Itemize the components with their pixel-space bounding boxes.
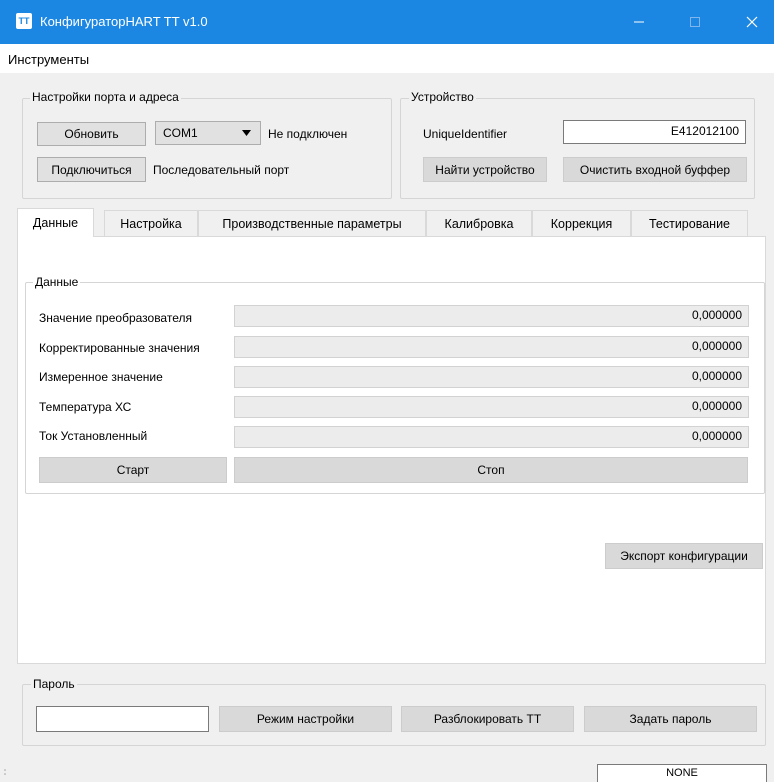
port-select[interactable]: COM1 bbox=[155, 121, 261, 145]
maximize-button[interactable] bbox=[673, 0, 717, 44]
setup-mode-button[interactable]: Режим настройки bbox=[219, 706, 392, 732]
app-icon: TT bbox=[16, 13, 32, 29]
menu-tools[interactable]: Инструменты bbox=[8, 52, 89, 68]
status-value: NONE bbox=[597, 764, 767, 782]
password-title: Пароль bbox=[31, 676, 77, 692]
tab-correction[interactable]: Коррекция bbox=[532, 210, 631, 236]
chevron-down-icon bbox=[242, 130, 251, 136]
port-type-label: Последовательный порт bbox=[153, 163, 290, 177]
measured-value-field: 0,000000 bbox=[234, 366, 749, 388]
find-device-button[interactable]: Найти устройство bbox=[423, 157, 547, 182]
stop-button[interactable]: Стоп bbox=[234, 457, 748, 483]
set-current-label: Ток Установленный bbox=[39, 429, 148, 443]
start-button[interactable]: Старт bbox=[39, 457, 227, 483]
data-group-title: Данные bbox=[33, 274, 81, 290]
connection-status: Не подключен bbox=[268, 127, 348, 141]
unlock-button[interactable]: Разблокировать ТТ bbox=[401, 706, 574, 732]
minimize-button[interactable] bbox=[617, 0, 661, 44]
tab-settings[interactable]: Настройка bbox=[104, 210, 198, 236]
unique-id-input[interactable]: E412012100 bbox=[563, 120, 746, 144]
password-input[interactable] bbox=[36, 706, 209, 732]
converter-value-field: 0,000000 bbox=[234, 305, 749, 327]
resize-grip[interactable] bbox=[3, 764, 11, 778]
corrected-values-field: 0,000000 bbox=[234, 336, 749, 358]
device-title: Устройство bbox=[409, 89, 476, 105]
refresh-button[interactable]: Обновить bbox=[37, 122, 146, 146]
cold-junction-temp-label: Температура ХС bbox=[39, 400, 132, 414]
port-select-value: COM1 bbox=[163, 126, 198, 140]
window-title: КонфигураторHART TT v1.0 bbox=[40, 14, 208, 29]
corrected-values-label: Корректированные значения bbox=[39, 341, 200, 355]
close-button[interactable] bbox=[730, 0, 774, 44]
tab-data[interactable]: Данные bbox=[17, 208, 94, 237]
unique-id-label: UniqueIdentifier bbox=[423, 127, 508, 141]
minimize-icon bbox=[634, 21, 644, 23]
resize-grip-icon bbox=[4, 769, 6, 775]
tab-testing[interactable]: Тестирование bbox=[631, 210, 748, 236]
maximize-icon bbox=[690, 17, 700, 27]
measured-value-label: Измеренное значение bbox=[39, 370, 163, 384]
port-settings-group bbox=[22, 98, 392, 199]
menu-bar: Инструменты bbox=[0, 44, 774, 73]
set-current-field: 0,000000 bbox=[234, 426, 749, 448]
device-group bbox=[400, 98, 755, 199]
export-config-button[interactable]: Экспорт конфигурации bbox=[605, 543, 763, 569]
cold-junction-temp-field: 0,000000 bbox=[234, 396, 749, 418]
converter-value-label: Значение преобразователя bbox=[39, 311, 192, 325]
tab-calibration[interactable]: Калибровка bbox=[426, 210, 532, 236]
close-icon bbox=[746, 16, 758, 28]
set-password-button[interactable]: Задать пароль bbox=[584, 706, 757, 732]
title-bar[interactable]: TT КонфигураторHART TT v1.0 bbox=[0, 0, 774, 44]
connect-button[interactable]: Подключиться bbox=[37, 157, 146, 182]
port-settings-title: Настройки порта и адреса bbox=[30, 89, 181, 105]
clear-buffer-button[interactable]: Очистить входной буффер bbox=[563, 157, 747, 182]
tab-production-params[interactable]: Производственные параметры bbox=[198, 210, 426, 236]
